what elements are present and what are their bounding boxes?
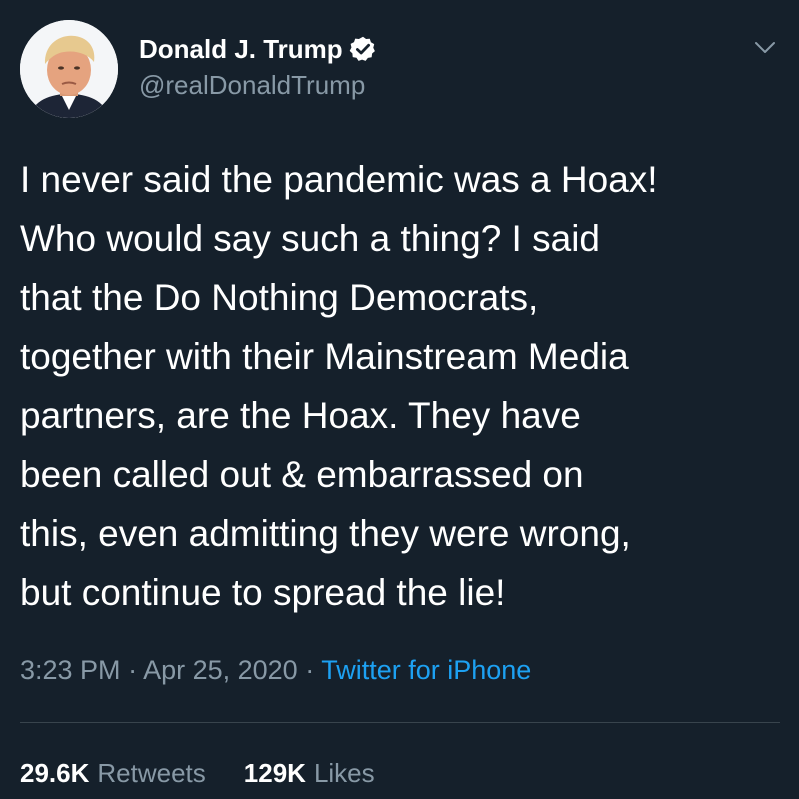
tweet-stats: 29.6K Retweets 129K Likes xyxy=(20,758,413,789)
divider xyxy=(20,722,780,723)
tweet-text-line: together with their Mainstream Media xyxy=(20,336,629,377)
likes-label: Likes xyxy=(313,758,375,788)
retweets-count: 29.6K xyxy=(20,758,90,788)
tweet-text-line: that the Do Nothing Democrats, xyxy=(20,277,539,318)
likes-stat[interactable]: 129K Likes xyxy=(244,758,375,789)
profile-photo-icon xyxy=(20,20,118,118)
meta-separator: · xyxy=(297,655,322,685)
chevron-down-icon[interactable] xyxy=(752,34,778,60)
retweets-stat[interactable]: 29.6K Retweets xyxy=(20,758,206,789)
tweet-metadata: 3:23 PM · Apr 25, 2020 · Twitter for iPh… xyxy=(20,655,531,686)
tweet-text-line: been called out & embarrassed on xyxy=(20,454,584,495)
tweet-card: Donald J. Trump @realDonaldTrump I never… xyxy=(0,0,799,799)
tweet-text-line: Who would say such a thing? I said xyxy=(20,218,600,259)
tweet-text-line: this, even admitting they were wrong, xyxy=(20,513,631,554)
verified-badge-icon xyxy=(349,35,377,63)
likes-count: 129K xyxy=(243,758,306,788)
tweet-text: I never said the pandemic was a Hoax! Wh… xyxy=(20,150,790,622)
retweets-label: Retweets xyxy=(97,758,206,788)
tweet-source-link[interactable]: Twitter for iPhone xyxy=(321,655,531,685)
author-handle[interactable]: @realDonaldTrump xyxy=(139,70,365,101)
tweet-text-line: I never said the pandemic was a Hoax! xyxy=(20,159,658,200)
author-name-row[interactable]: Donald J. Trump xyxy=(139,32,377,66)
author-display-name[interactable]: Donald J. Trump xyxy=(139,34,343,65)
tweet-time[interactable]: 3:23 PM xyxy=(20,655,121,685)
tweet-text-line: but continue to spread the lie! xyxy=(20,572,506,613)
tweet-date[interactable]: Apr 25, 2020 xyxy=(143,655,298,685)
author-avatar[interactable] xyxy=(20,20,118,118)
meta-separator: · xyxy=(120,655,144,685)
tweet-text-line: partners, are the Hoax. They have xyxy=(20,395,581,436)
